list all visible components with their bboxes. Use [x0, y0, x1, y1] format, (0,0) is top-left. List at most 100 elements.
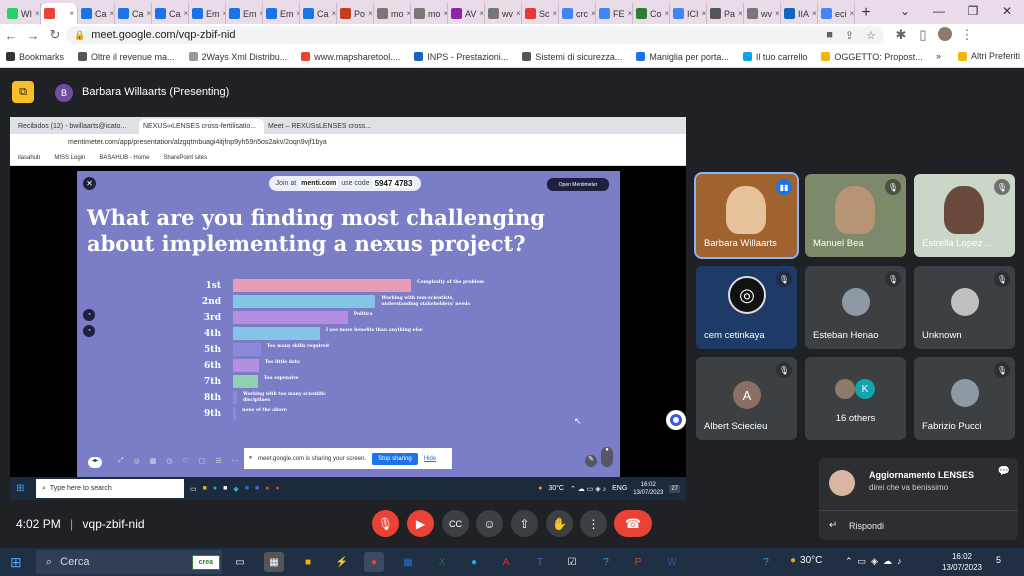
tab-close-icon[interactable]: ×: [702, 9, 706, 18]
browser-tab[interactable]: Po ×: [337, 3, 374, 24]
browser-tab[interactable]: WI ×: [4, 3, 41, 24]
chat-bubble-icon[interactable]: 💬: [998, 466, 1010, 477]
reply-button[interactable]: Rispondi: [849, 521, 884, 531]
browser-tab[interactable]: AV ×: [448, 3, 485, 24]
raise-hand-button[interactable]: ✋: [546, 510, 573, 537]
back-icon[interactable]: ←: [0, 28, 22, 43]
toolbar-icon[interactable]: ⤢: [118, 457, 124, 465]
tab-close-icon[interactable]: ×: [184, 9, 188, 18]
tab-close-icon[interactable]: ×: [628, 9, 632, 18]
browser-tab[interactable]: wv ×: [744, 3, 781, 24]
toolbar-icon[interactable]: ▢: [199, 457, 206, 465]
browser-tab[interactable]: Em×: [189, 3, 226, 24]
weather-widget[interactable]: ● 30°C: [790, 555, 822, 566]
browser-tab[interactable]: ×: [41, 3, 78, 24]
taskview-icon[interactable]: ▭: [230, 552, 250, 572]
browser-tab[interactable]: mo ×: [374, 3, 411, 24]
shared-search-box[interactable]: ⌕ Type here to search: [36, 479, 184, 498]
taskbar-clock[interactable]: 16:02 13/07/2023: [932, 551, 992, 573]
browser-tab[interactable]: Em×: [263, 3, 300, 24]
browser-tab[interactable]: Ca ×: [78, 3, 115, 24]
emoji-button[interactable]: ☺: [476, 510, 503, 537]
edge-icon[interactable]: ●: [464, 552, 484, 572]
powerpoint-icon[interactable]: ●: [275, 485, 279, 492]
sidepanel-icon[interactable]: ▯: [912, 27, 934, 43]
address-bar[interactable]: 🔒 meet.google.com/vqp-zbif-nid ■ ⇪ ☆: [66, 26, 884, 44]
tab-close-icon[interactable]: ×: [850, 9, 854, 18]
participant-tile[interactable]: A 🎙 Albert Sciecieu: [696, 357, 797, 440]
tab-close-icon[interactable]: ×: [110, 9, 114, 18]
captions-button[interactable]: CC: [442, 510, 469, 537]
participant-tile[interactable]: 🎙 Manuel Bea: [805, 174, 906, 257]
bookmark-item[interactable]: Oltre il revenue ma...: [78, 52, 175, 62]
slide-tool-icon[interactable]: ◔: [83, 325, 95, 337]
tab-close-icon[interactable]: ×: [35, 9, 40, 18]
chat-notification[interactable]: Aggiornamento LENSES direi che va beniss…: [819, 458, 1018, 540]
browser-tab[interactable]: wv ×: [485, 3, 522, 24]
outlook-icon[interactable]: ■: [245, 485, 249, 492]
chrome-icon[interactable]: ●: [265, 485, 269, 492]
end-call-button[interactable]: ☎: [614, 510, 652, 537]
help-icon[interactable]: ?: [596, 552, 616, 572]
taskbar-search[interactable]: ⌕ Cerca crea: [36, 550, 222, 574]
browser-tab[interactable]: Em×: [226, 3, 263, 24]
maximize-button[interactable]: ❐: [956, 0, 990, 24]
tab-close-icon[interactable]: ×: [147, 9, 151, 18]
menu-icon[interactable]: ⋮: [956, 27, 978, 43]
file-explorer-icon[interactable]: ■: [298, 552, 318, 572]
windows-start-icon[interactable]: ⊞: [10, 554, 22, 571]
browser-tab[interactable]: ICI ×: [670, 3, 707, 24]
participant-tile[interactable]: 🎙 Esteban Henao: [805, 266, 906, 349]
browser-tab[interactable]: IIA ×: [781, 3, 818, 24]
close-window-button[interactable]: ✕: [990, 0, 1024, 24]
tab-close-icon[interactable]: ×: [591, 9, 595, 18]
forward-icon[interactable]: →: [22, 28, 44, 43]
slide-nav-button[interactable]: ◂▸: [88, 457, 102, 468]
tab-close-icon[interactable]: ×: [775, 9, 780, 18]
participants-icon[interactable]: ●: [601, 447, 613, 467]
bookmark-item[interactable]: www.mapsharetool....: [301, 52, 400, 62]
taskview-icon[interactable]: ▭: [190, 485, 197, 493]
toolbar-icon[interactable]: ◎: [134, 457, 140, 465]
tab-close-icon[interactable]: ×: [332, 9, 336, 18]
reload-icon[interactable]: ↻: [44, 27, 66, 43]
browser-tab[interactable]: eci ×: [818, 3, 855, 24]
camera-off-button[interactable]: ▶: [407, 510, 434, 537]
participant-tile[interactable]: 🎙 Estrella Lopez ...: [914, 174, 1015, 257]
tab-close-icon[interactable]: ×: [368, 9, 373, 18]
bookmark-star-icon[interactable]: ☆: [866, 29, 876, 42]
minimize-button[interactable]: —: [922, 0, 956, 24]
system-tray-icons[interactable]: ⌃▭◈☁♪: [845, 556, 906, 567]
store-icon[interactable]: ■: [223, 485, 227, 492]
teams-icon[interactable]: ■: [255, 485, 259, 492]
extensions-icon[interactable]: ✱: [890, 27, 912, 43]
tab-close-icon[interactable]: ×: [812, 9, 817, 18]
more-bookmarks-icon[interactable]: »: [936, 51, 941, 61]
self-view-icon[interactable]: [666, 410, 686, 430]
toolbar-icon[interactable]: ♡: [182, 457, 188, 465]
browser-tab[interactable]: Ca ×: [300, 3, 337, 24]
participant-tile[interactable]: K 16 others: [805, 357, 906, 440]
new-tab-button[interactable]: +: [855, 2, 877, 24]
notification-center[interactable]: 5: [996, 555, 1001, 565]
teams-icon[interactable]: T: [530, 552, 550, 572]
bookmark-item[interactable]: Il tuo carrello: [742, 52, 807, 62]
edge-icon[interactable]: ●: [213, 485, 217, 492]
bookmark-item[interactable]: Maniglia per porta...: [636, 52, 729, 62]
present-button[interactable]: ⇧: [511, 510, 538, 537]
tab-close-icon[interactable]: ×: [553, 9, 558, 18]
tab-search-icon[interactable]: ⌄: [888, 0, 922, 24]
security-icon[interactable]: ◆: [233, 485, 238, 493]
word-icon[interactable]: W: [662, 552, 682, 572]
browser-tab[interactable]: Ca ×: [152, 3, 189, 24]
stop-sharing-button[interactable]: Stop sharing: [372, 452, 418, 465]
tab-close-icon[interactable]: ×: [479, 9, 484, 18]
shared-notification-count[interactable]: 27: [669, 484, 680, 493]
help-icon[interactable]: ?: [756, 552, 776, 572]
acrobat-icon[interactable]: A: [496, 552, 516, 572]
browser-tab[interactable]: Pa ×: [707, 3, 744, 24]
slide-tool-icon[interactable]: ◔: [83, 309, 95, 321]
app-icon[interactable]: ▦: [264, 552, 284, 572]
other-bookmarks[interactable]: Altri Preferiti: [958, 51, 1020, 61]
bookmark-item[interactable]: INPS - Prestazioni...: [414, 52, 508, 62]
